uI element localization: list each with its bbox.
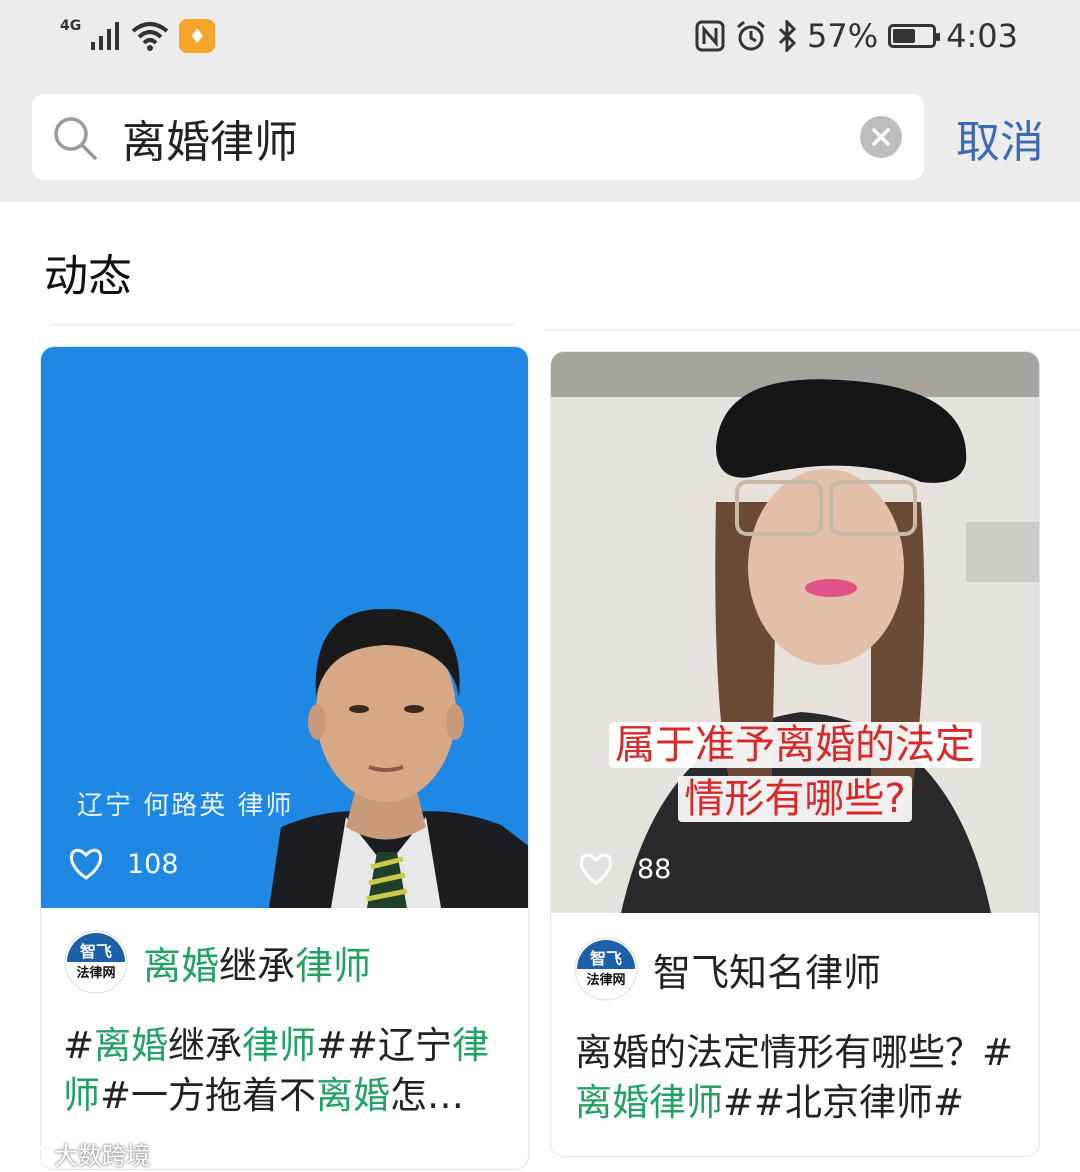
video-caption-line2: 情形有哪些? bbox=[678, 776, 912, 822]
watermark-text: 大数跨境 bbox=[54, 1142, 150, 1170]
divider bbox=[50, 324, 516, 325]
signal-icon bbox=[91, 22, 120, 50]
like-count: 88 bbox=[637, 853, 672, 885]
search-input[interactable] bbox=[120, 94, 824, 182]
battery-percent: 57% bbox=[807, 17, 879, 55]
network-type: 4G bbox=[60, 18, 82, 34]
cancel-button[interactable]: 取消 bbox=[956, 100, 1044, 186]
search-icon bbox=[54, 117, 97, 160]
wifi-icon bbox=[131, 22, 169, 51]
search-header: 取消 bbox=[0, 78, 1080, 202]
battery-icon bbox=[888, 24, 941, 48]
app-notification-icon: ♦ bbox=[179, 19, 216, 53]
nfc-icon bbox=[695, 20, 725, 52]
post-text[interactable]: #离婚继承律师##辽宁律师#一方拖着不离婚怎… bbox=[63, 1021, 513, 1121]
author-avatar[interactable]: 智飞 法律网 bbox=[63, 929, 129, 995]
watermark-logo-icon bbox=[9, 1144, 47, 1165]
author-name[interactable]: 智飞知名律师 bbox=[653, 942, 881, 997]
divider bbox=[544, 329, 1080, 330]
lawyer-portrait bbox=[269, 608, 528, 908]
heart-icon bbox=[69, 848, 103, 880]
author-avatar[interactable]: 智飞 法律网 bbox=[573, 936, 639, 1002]
status-right: 57% 4:03 bbox=[695, 16, 1018, 56]
battery-fill bbox=[893, 29, 916, 43]
heart-icon bbox=[579, 853, 613, 885]
search-box[interactable] bbox=[32, 94, 924, 182]
like-row[interactable]: 108 bbox=[67, 847, 179, 881]
alarm-icon bbox=[737, 20, 765, 51]
post-card-1[interactable]: 辽宁 何路英 律师 108 智飞 法律网 离婚继承律师 #离婚继承律师##辽宁律… bbox=[40, 346, 529, 1170]
status-left: 4G ♦ bbox=[60, 16, 216, 56]
clock: 4:03 bbox=[946, 17, 1018, 55]
avatar-logo-bottom: 法律网 bbox=[76, 965, 115, 981]
post-thumbnail-1[interactable]: 辽宁 何路英 律师 108 bbox=[41, 347, 528, 908]
avatar-logo-bottom: 法律网 bbox=[586, 972, 625, 988]
status-bar: 4G ♦ 57% 4:03 bbox=[0, 0, 1080, 78]
bluetooth-icon bbox=[778, 20, 797, 52]
post-thumbnail-2[interactable]: 属于准予离婚的法定 情形有哪些? 88 bbox=[551, 352, 1039, 913]
video-caption: 属于准予离婚的法定 情形有哪些? bbox=[569, 718, 1021, 826]
lawyer-name-overlay: 辽宁 何路英 律师 bbox=[77, 791, 294, 821]
avatar-logo-top: 智飞 bbox=[590, 949, 622, 968]
author-name[interactable]: 离婚继承律师 bbox=[143, 935, 371, 990]
watermark: 大数跨境 bbox=[8, 1136, 150, 1171]
like-row[interactable]: 88 bbox=[577, 852, 671, 886]
video-caption-line1: 属于准予离婚的法定 bbox=[609, 722, 981, 768]
close-icon bbox=[872, 128, 890, 146]
post-card-2[interactable]: 属于准予离婚的法定 情形有哪些? 88 智飞 法律网 智飞知名律师 离婚的法定情… bbox=[550, 351, 1040, 1157]
section-title: 动态 bbox=[44, 251, 132, 302]
author-row[interactable]: 智飞 法律网 智飞知名律师 bbox=[573, 936, 881, 1002]
clear-search-button[interactable] bbox=[860, 116, 902, 158]
like-count: 108 bbox=[127, 848, 179, 880]
post-text[interactable]: 离婚的法定情形有哪些？#离婚律师##北京律师# bbox=[575, 1028, 1021, 1128]
author-row[interactable]: 智飞 法律网 离婚继承律师 bbox=[63, 929, 371, 995]
video-still bbox=[551, 352, 1039, 913]
avatar-logo-top: 智飞 bbox=[80, 942, 112, 961]
